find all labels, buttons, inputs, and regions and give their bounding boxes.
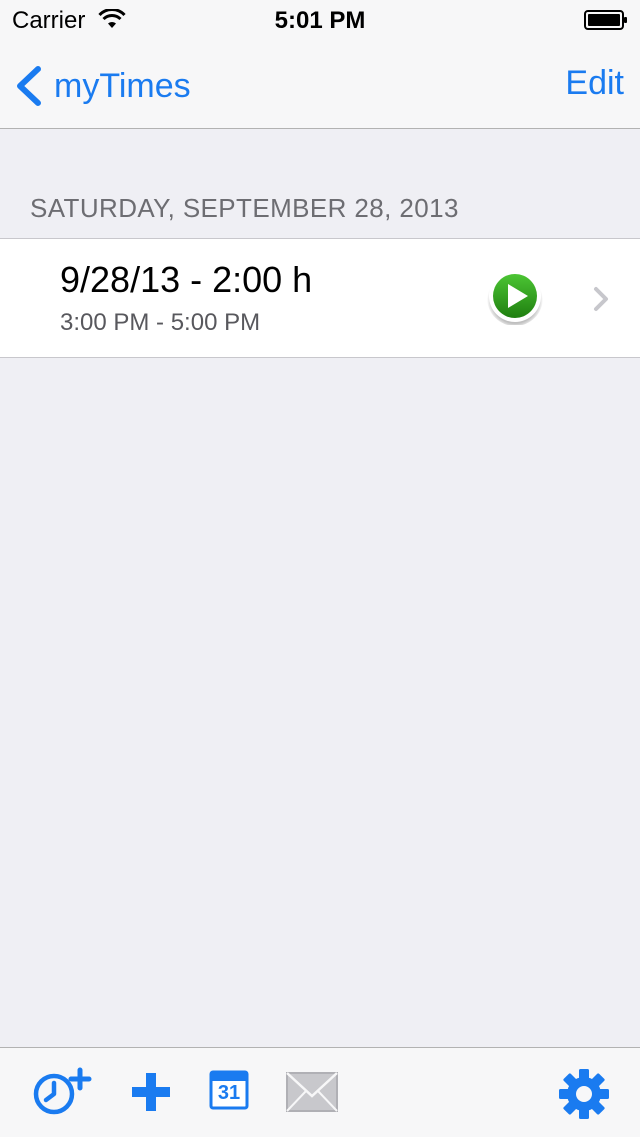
status-bar: Carrier 5:01 PM <box>0 0 640 40</box>
back-button-label: myTimes <box>54 66 191 105</box>
battery-icon <box>584 10 627 30</box>
time-entry-row[interactable]: 9/28/13 - 2:00 h 3:00 PM - 5:00 PM <box>0 238 640 358</box>
mail-icon[interactable] <box>286 1072 338 1112</box>
play-icon[interactable] <box>486 267 544 325</box>
bottom-toolbar: 31 <box>0 1047 640 1137</box>
section-header-date: SATURDAY, SEPTEMBER 28, 2013 <box>30 193 459 223</box>
plus-icon[interactable] <box>130 1071 172 1113</box>
chevron-left-icon <box>17 66 41 106</box>
back-button[interactable]: myTimes <box>14 64 191 108</box>
add-timer-icon[interactable] <box>32 1066 94 1118</box>
entry-time-range: 3:00 PM - 5:00 PM <box>60 309 261 336</box>
navigation-bar: myTimes Edit <box>0 40 640 129</box>
edit-button[interactable]: Edit <box>565 64 624 103</box>
entry-title: 9/28/13 - 2:00 h <box>60 259 313 300</box>
calendar-button[interactable]: 31 <box>209 1070 249 1110</box>
gear-icon[interactable] <box>558 1068 610 1120</box>
chevron-right-icon <box>594 287 608 311</box>
status-time: 5:01 PM <box>274 7 366 34</box>
calendar-day: 31 <box>217 1082 241 1104</box>
